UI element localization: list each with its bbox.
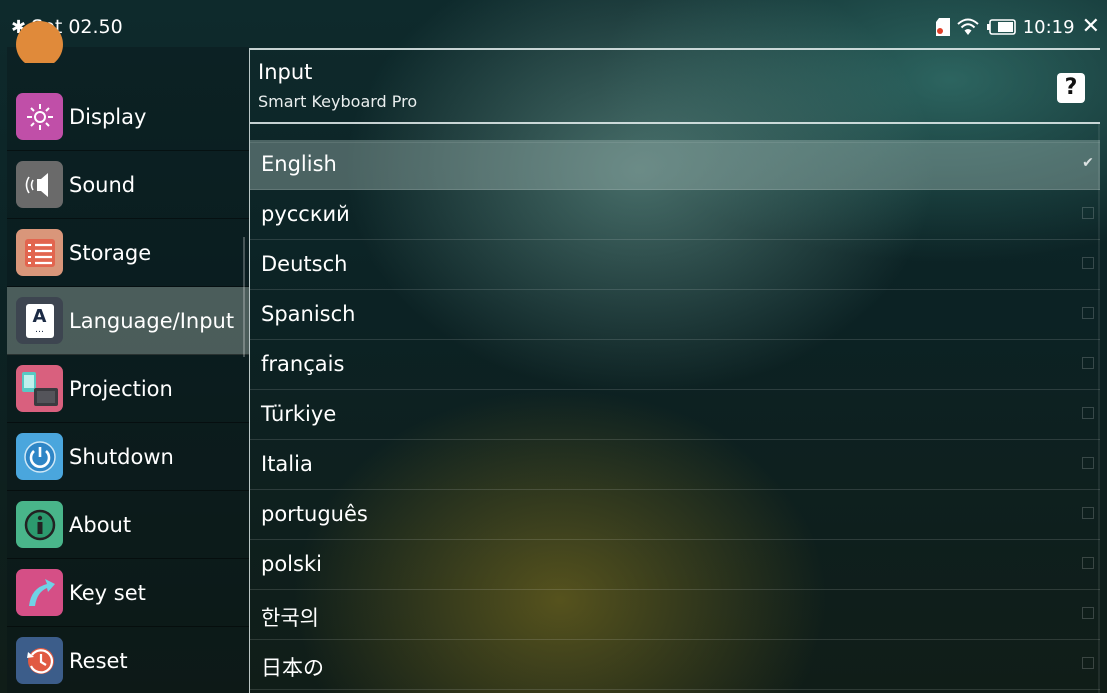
shutdown-icon <box>16 433 63 480</box>
language-label: 한국의 <box>261 606 319 630</box>
sidebar-item-label: Language/Input <box>69 308 235 333</box>
checkbox-icon[interactable] <box>1082 207 1094 219</box>
language-label: français <box>261 352 345 376</box>
panel-title: Input <box>258 60 313 84</box>
input-panel: Input Smart Keyboard Pro ? English ✔ русск… <box>249 48 1100 693</box>
panel-subtitle: Smart Keyboard Pro <box>258 92 418 111</box>
sidebar-item-projection[interactable]: Projection <box>7 355 249 423</box>
key-set-icon <box>16 569 63 616</box>
storage-icon <box>16 229 63 276</box>
close-icon[interactable]: ✕ <box>1082 16 1100 38</box>
panel-header: Input Smart Keyboard Pro ? <box>250 50 1100 124</box>
wifi-icon <box>957 18 979 35</box>
sidebar-item-reset[interactable]: Reset <box>7 627 249 693</box>
checkbox-icon[interactable] <box>1082 607 1094 619</box>
language-label: English <box>261 152 337 176</box>
sidebar-item-storage[interactable]: Storage <box>7 219 249 287</box>
sidebar-item-label: Storage <box>69 240 152 265</box>
language-label: Türkiye <box>261 402 337 426</box>
sidebar-item-sound[interactable]: Sound <box>7 151 249 219</box>
language-row[interactable]: 日本の <box>250 640 1100 690</box>
checkbox-icon[interactable] <box>1082 407 1094 419</box>
display-icon <box>16 93 63 140</box>
language-label: Deutsch <box>261 252 348 276</box>
sidebar-item-key-set[interactable]: Key set <box>7 559 249 627</box>
help-button[interactable]: ? <box>1057 73 1085 103</box>
language-row[interactable]: 한국의 <box>250 590 1100 640</box>
sidebar-item-date-time-partial[interactable] <box>7 21 249 63</box>
sidebar-item-shutdown[interactable]: Shutdown <box>7 423 249 491</box>
language-row[interactable]: Italia <box>250 440 1100 490</box>
sidebar-item-language-input[interactable]: A … Language/Input <box>7 287 249 355</box>
reset-icon <box>16 637 63 684</box>
sidebar-item-label: Sound <box>69 172 136 197</box>
projection-icon <box>16 365 63 412</box>
language-list: English ✔ русский Deutsch Spanisch français Tü… <box>250 124 1100 693</box>
sd-card-icon <box>935 18 950 36</box>
sidebar-item-label: Shutdown <box>69 444 174 469</box>
list-scrollbar[interactable] <box>1098 124 1100 693</box>
about-icon <box>16 501 63 548</box>
language-row[interactable]: polski <box>250 540 1100 590</box>
language-row[interactable]: Spanisch <box>250 290 1100 340</box>
language-row[interactable]: Deutsch <box>250 240 1100 290</box>
checkbox-icon[interactable] <box>1082 657 1094 669</box>
sound-icon <box>16 161 63 208</box>
language-row[interactable]: русский <box>250 190 1100 240</box>
language-row[interactable]: English ✔ <box>250 140 1100 190</box>
checkbox-icon[interactable] <box>1082 257 1094 269</box>
battery-icon <box>986 19 1016 35</box>
sidebar-item-display[interactable]: Display <box>7 83 249 151</box>
checkbox-icon[interactable] <box>1082 357 1094 369</box>
language-label: português <box>261 502 368 526</box>
sidebar-item-label: Reset <box>69 648 128 673</box>
language-label: 日本の <box>261 656 324 680</box>
checkbox-icon[interactable] <box>1082 307 1094 319</box>
language-icon: A … <box>16 297 63 344</box>
sidebar-item-label: Key set <box>69 580 146 605</box>
language-label: русский <box>261 202 350 226</box>
app-window: ✱ Set 02.50 10:19 ✕ Display Sound Storag… <box>7 7 1100 693</box>
language-label: polski <box>261 552 322 576</box>
language-row[interactable]: Türkiye <box>250 390 1100 440</box>
sidebar-item-label: Projection <box>69 376 173 401</box>
clock-icon <box>16 21 63 63</box>
language-row[interactable]: français <box>250 340 1100 390</box>
language-label: Italia <box>261 452 313 476</box>
status-icons: 10:19 ✕ <box>935 16 1100 38</box>
checkbox-icon[interactable] <box>1082 507 1094 519</box>
sidebar-item-label: Display <box>69 104 147 129</box>
checkbox-icon[interactable] <box>1082 457 1094 469</box>
sidebar-scrollbar[interactable] <box>243 237 245 357</box>
clock: 10:19 <box>1022 16 1075 38</box>
checkbox-checked-icon[interactable]: ✔ <box>1082 156 1094 170</box>
language-label: Spanisch <box>261 302 356 326</box>
checkbox-icon[interactable] <box>1082 557 1094 569</box>
settings-sidebar: Display Sound Storage A … Language/Input… <box>7 21 249 693</box>
sidebar-item-about[interactable]: About <box>7 491 249 559</box>
language-row[interactable]: português <box>250 490 1100 540</box>
sidebar-item-label: About <box>69 512 132 537</box>
